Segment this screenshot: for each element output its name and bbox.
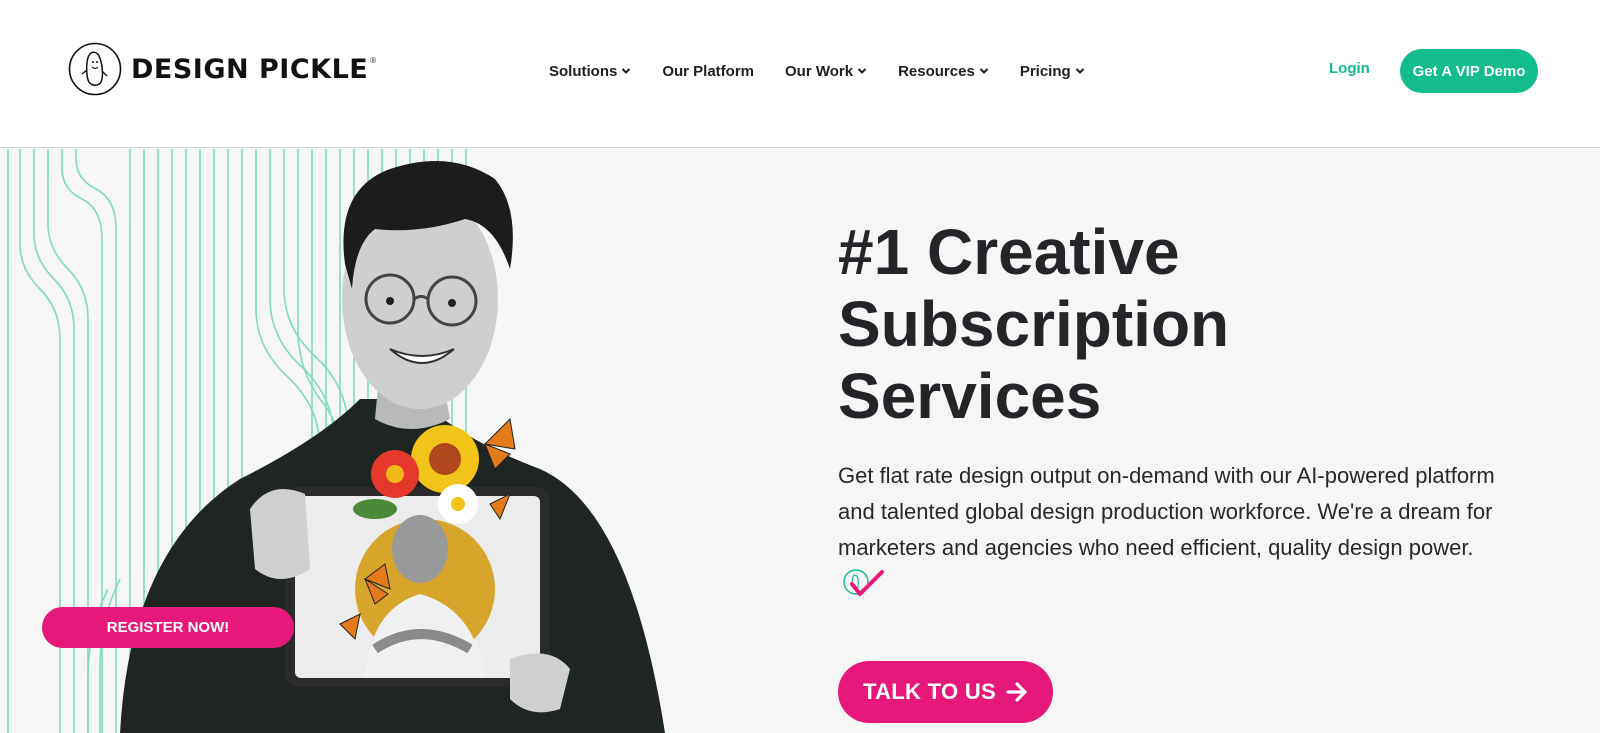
nav-item-solutions[interactable]: Solutions [549, 60, 631, 82]
pickle-check-icon [843, 569, 884, 597]
register-now-button[interactable]: REGISTER NOW! [42, 607, 294, 648]
hero-section: #1 Creative Subscription Services Get fl… [0, 149, 1600, 733]
arrow-right-icon [1006, 682, 1027, 702]
main-nav: Solutions Our Platform Our Work Resource… [549, 60, 1116, 82]
nav-item-our-work[interactable]: Our Work [785, 60, 867, 82]
nav-item-label: Resources [898, 62, 975, 80]
talk-to-us-button[interactable]: TALK TO US [838, 661, 1053, 723]
headline-line: #1 Creative [838, 216, 1180, 288]
talk-to-us-label: TALK TO US [863, 679, 996, 704]
site-header: DESIGN PICKLE ® Solutions Our Platform O… [0, 0, 1600, 148]
chevron-down-icon [622, 68, 631, 74]
headline-line: Services [838, 360, 1102, 432]
hero-description-text: Get flat rate design output on-demand wi… [838, 463, 1495, 560]
chevron-down-icon [1075, 68, 1084, 74]
brand-logo[interactable]: DESIGN PICKLE ® [68, 42, 376, 96]
nav-item-resources[interactable]: Resources [898, 60, 989, 82]
nav-item-label: Solutions [549, 62, 618, 80]
registered-mark: ® [370, 56, 377, 65]
nav-item-label: Our Platform [662, 62, 755, 80]
nav-item-label: Our Work [785, 62, 854, 80]
nav-item-label: Pricing [1019, 62, 1071, 80]
get-vip-demo-button[interactable]: Get A VIP Demo [1400, 49, 1538, 93]
login-link[interactable]: Login [1329, 60, 1370, 77]
hero-headline: #1 Creative Subscription Services [838, 216, 1538, 432]
hero-description: Get flat rate design output on-demand wi… [838, 458, 1518, 602]
pickle-logo-icon [68, 42, 122, 96]
brand-name: DESIGN PICKLE [131, 53, 369, 85]
headline-line: Subscription [838, 288, 1230, 360]
nav-item-our-platform[interactable]: Our Platform [662, 60, 754, 82]
chevron-down-icon [979, 68, 989, 74]
nav-item-pricing[interactable]: Pricing [1020, 60, 1085, 82]
chevron-down-icon [857, 68, 867, 74]
